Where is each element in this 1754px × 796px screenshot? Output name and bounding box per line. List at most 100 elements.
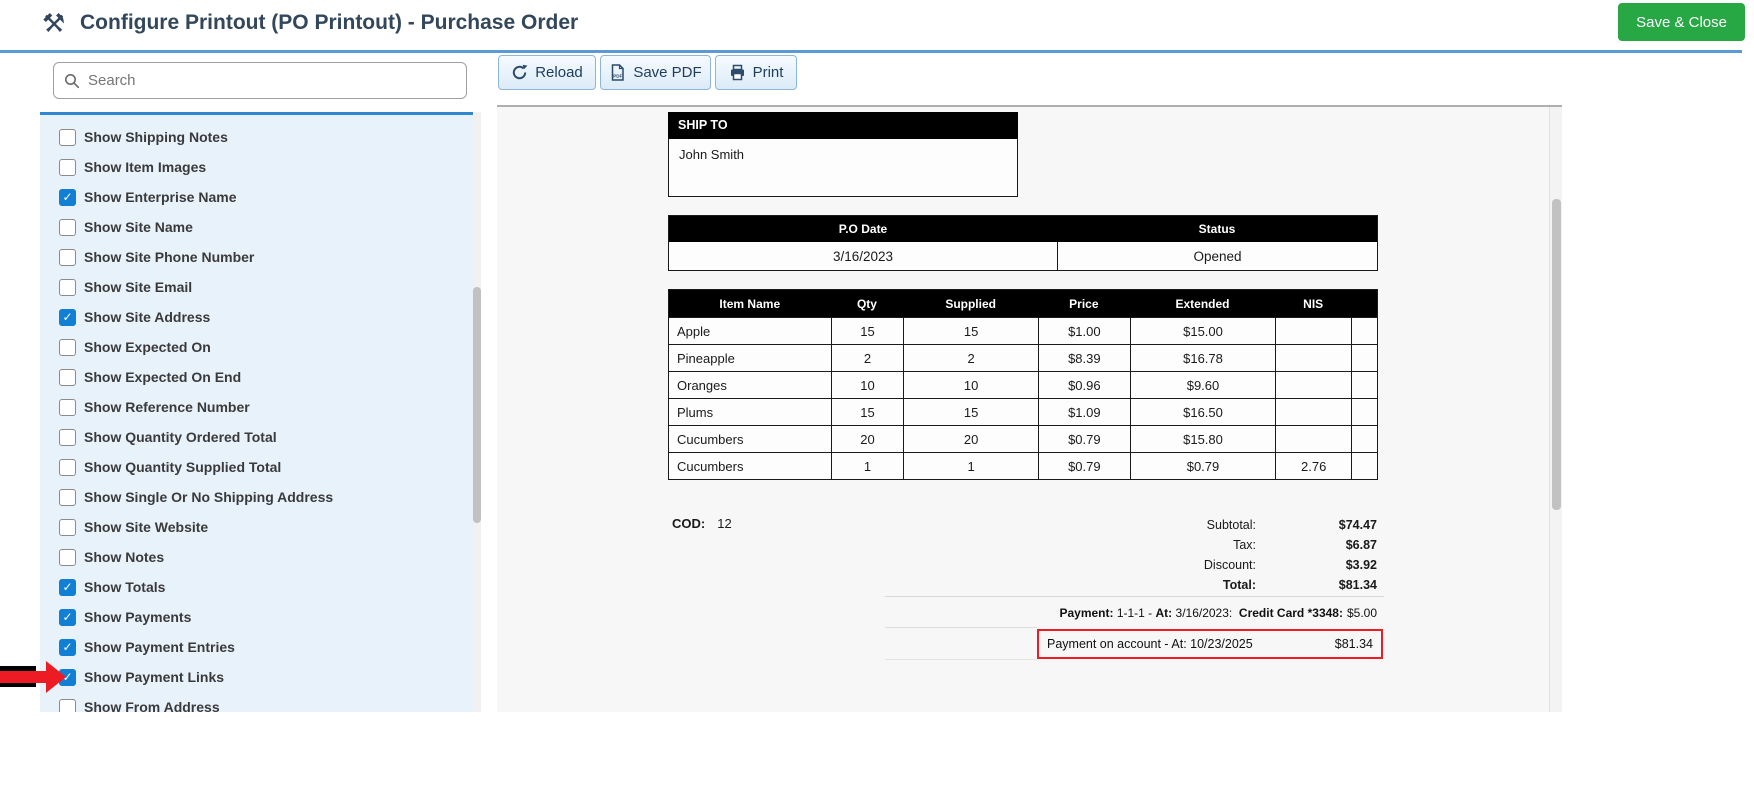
sidebar-item-label: Show Enterprise Name [84,189,237,205]
totals-value: $74.47 [1256,518,1377,532]
checkbox-show-expected-on[interactable] [59,339,76,356]
payment-link-amount: $81.34 [1335,637,1373,651]
sidebar-item-show-site-website[interactable]: Show Site Website [40,512,481,542]
search-input[interactable] [88,72,456,89]
checkbox-show-totals[interactable]: ✓ [59,579,76,596]
items-table-header-row: Item NameQtySuppliedPriceExtendedNIS [669,290,1377,317]
checkbox-show-site-name[interactable] [59,219,76,236]
items-cell: $15.00 [1130,318,1276,344]
sidebar-scrollbar[interactable] [473,112,481,712]
sidebar-item-show-quantity-supplied-total[interactable]: Show Quantity Supplied Total [40,452,481,482]
payment-link-text: Payment on account - At: 10/23/2025 [1047,637,1253,651]
sidebar-item-show-payment-entries[interactable]: ✓ Show Payment Entries [40,632,481,662]
totals-value: $6.87 [1256,538,1377,552]
items-cell [1351,399,1377,425]
sidebar-item-show-reference-number[interactable]: Show Reference Number [40,392,481,422]
checkbox-show-quantity-ordered-total[interactable] [59,429,76,446]
print-label: Print [753,64,784,81]
payment-entry-line: Payment: 1-1-1 - At: 3/16/2023: Credit C… [885,603,1377,623]
sidebar-item-show-from-address[interactable]: Show From Address [40,692,481,712]
payments-divider [885,596,1384,597]
sidebar-item-show-site-name[interactable]: Show Site Name [40,212,481,242]
payment-row-divider [885,627,1037,628]
sidebar-item-label: Show Site Website [84,519,208,535]
items-cell: $8.39 [1038,345,1130,371]
save-pdf-button[interactable]: PDF Save PDF [600,55,711,90]
sidebar-item-show-shipping-notes[interactable]: Show Shipping Notes [40,122,481,152]
items-cell: $16.78 [1130,345,1276,371]
checkbox-show-site-email[interactable] [59,279,76,296]
payment-entry-segment: At: [1156,606,1173,620]
table-row: Plums1515$1.09$16.50 [669,398,1377,425]
checkbox-show-enterprise-name[interactable]: ✓ [59,189,76,206]
items-cell: 20 [903,426,1038,452]
sidebar-item-label: Show Notes [84,549,164,565]
sidebar-item-label: Show Single Or No Shipping Address [84,489,333,505]
svg-text:PDF: PDF [614,74,623,79]
sidebar-item-show-single-or-no-shipping-address[interactable]: Show Single Or No Shipping Address [40,482,481,512]
table-row: Oranges1010$0.96$9.60 [669,371,1377,398]
items-cell: 2 [903,345,1038,371]
sidebar-item-label: Show Quantity Supplied Total [84,459,281,475]
sidebar-item-show-enterprise-name[interactable]: ✓ Show Enterprise Name [40,182,481,212]
sidebar-item-label: Show Payment Links [84,669,224,685]
checkbox-show-single-or-no-shipping-address[interactable] [59,489,76,506]
checkbox-show-payment-entries[interactable]: ✓ [59,639,76,656]
items-cell: $0.79 [1038,426,1130,452]
sidebar-scrollbar-thumb[interactable] [473,287,481,523]
table-row: Pineapple22$8.39$16.78 [669,344,1377,371]
payment-entry-segment: 3/16/2023: [1172,606,1239,620]
preview-scrollbar[interactable] [1549,107,1562,712]
sidebar-item-show-item-images[interactable]: Show Item Images [40,152,481,182]
annotation-arrow-icon [46,661,66,693]
sidebar-item-label: Show Site Phone Number [84,249,254,265]
checkbox-show-site-website[interactable] [59,519,76,536]
sidebar-item-label: Show Payment Entries [84,639,235,655]
items-cell: $15.80 [1130,426,1276,452]
items-cell: 15 [831,318,904,344]
reload-button[interactable]: Reload [498,55,596,90]
table-row: Apple1515$1.00$15.00 [669,317,1377,344]
totals-label: Subtotal: [1097,518,1256,532]
sidebar-item-show-site-address[interactable]: ✓Show Site Address [40,302,481,332]
checkbox-show-site-phone-number[interactable] [59,249,76,266]
ship-to-box: SHIP TO John Smith [668,112,1018,197]
sidebar-item-label: Show Site Name [84,219,193,235]
sidebar-item-show-site-phone-number[interactable]: Show Site Phone Number [40,242,481,272]
ship-to-name: John Smith [668,139,1018,197]
annotation-arrow-shaft [0,671,46,683]
cod-value: 12 [717,516,731,531]
items-cell [1351,318,1377,344]
checkbox-show-quantity-supplied-total[interactable] [59,459,76,476]
sidebar-item-show-totals[interactable]: ✓Show Totals [40,572,481,602]
sidebar-item-label: Show Site Email [84,279,192,295]
search-icon [64,73,80,89]
checkbox-show-reference-number[interactable] [59,399,76,416]
sidebar-item-show-expected-on[interactable]: Show Expected On [40,332,481,362]
sidebar-item-show-notes[interactable]: Show Notes [40,542,481,572]
checkbox-show-notes[interactable] [59,549,76,566]
sidebar-item-show-payments[interactable]: ✓Show Payments [40,602,481,632]
checkbox-show-shipping-notes[interactable] [59,129,76,146]
checkbox-show-expected-on-end[interactable] [59,369,76,386]
checkbox-show-site-address[interactable]: ✓ [59,309,76,326]
preview-scrollbar-thumb[interactable] [1552,199,1561,510]
sidebar-item-show-site-email[interactable]: Show Site Email [40,272,481,302]
sidebar-item-show-quantity-ordered-total[interactable]: Show Quantity Ordered Total [40,422,481,452]
totals-label: Tax: [1097,538,1256,552]
print-button[interactable]: Print [715,55,797,90]
save-close-button[interactable]: Save & Close [1618,3,1745,41]
items-header-supplied: Supplied [903,290,1038,317]
totals-value: $81.34 [1256,578,1377,592]
totals-label: Total: [1097,578,1256,592]
sidebar-item-label: Show Expected On End [84,369,241,385]
sidebar-item-label: Show Item Images [84,159,206,175]
search-box[interactable] [53,62,467,99]
sidebar-item-show-payment-links[interactable]: ✓Show Payment Links [40,662,481,692]
items-cell [1275,372,1351,398]
checkbox-show-payments[interactable]: ✓ [59,609,76,626]
items-cell: 1 [903,453,1038,479]
sidebar-item-show-expected-on-end[interactable]: Show Expected On End [40,362,481,392]
checkbox-show-item-images[interactable] [59,159,76,176]
checkbox-show-from-address[interactable] [59,699,76,713]
